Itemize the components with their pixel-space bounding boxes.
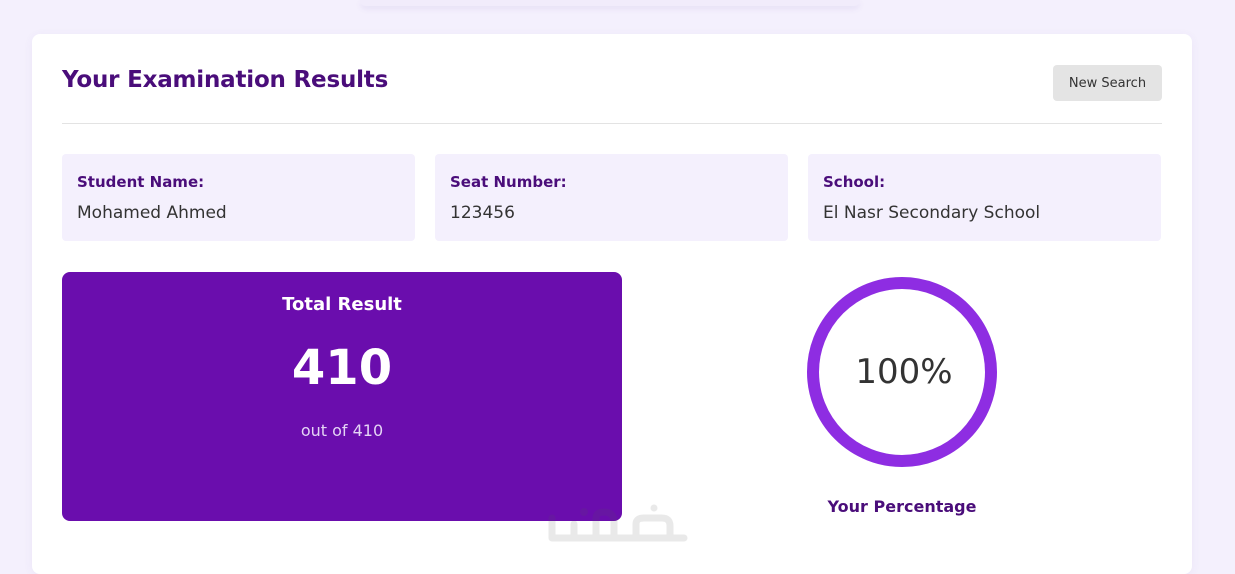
student-name-box: Student Name: Mohamed Ahmed: [62, 154, 415, 241]
new-search-button[interactable]: New Search: [1053, 65, 1162, 101]
school-label: School:: [823, 173, 886, 191]
top-nav-tab: [360, 0, 860, 6]
seat-number-box: Seat Number: 123456: [435, 154, 788, 241]
student-name-value: Mohamed Ahmed: [77, 203, 227, 223]
results-card: Your Examination Results New Search Stud…: [32, 34, 1192, 574]
page-title: Your Examination Results: [62, 67, 389, 93]
seat-number-label: Seat Number:: [450, 173, 567, 191]
header-divider: [62, 123, 1162, 124]
percentage-value: 100%: [855, 352, 953, 392]
school-value: El Nasr Secondary School: [823, 203, 1041, 223]
khamsat-logo-icon: [548, 504, 688, 542]
percentage-label: Your Percentage: [827, 497, 977, 516]
total-score: 410: [291, 340, 393, 396]
school-box: School: El Nasr Secondary School: [808, 154, 1161, 241]
total-out-of: out of 410: [300, 421, 384, 440]
total-result-title: Total Result: [282, 294, 402, 315]
seat-number-value: 123456: [450, 203, 515, 223]
total-result-card: Total Result 410 out of 410: [62, 272, 622, 521]
percentage-ring: 100%: [804, 274, 1004, 474]
student-name-label: Student Name:: [77, 173, 205, 191]
